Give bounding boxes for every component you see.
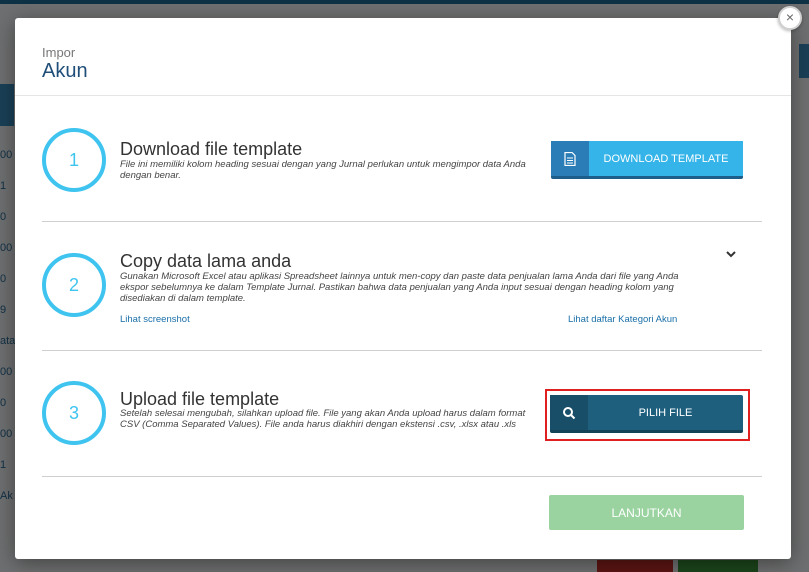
document-icon [551, 141, 589, 176]
choose-file-label: PILIH FILE [638, 406, 693, 419]
download-template-button[interactable]: DOWNLOAD TEMPLATE [551, 141, 743, 179]
account-category-link[interactable]: Lihat daftar Kategori Akun [568, 314, 677, 325]
modal-subtitle: Impor [42, 45, 76, 60]
step-description: File ini memiliki kolom heading sesuai d… [120, 159, 526, 181]
step-divider [42, 476, 762, 477]
import-modal: Impor Akun 1 Download file template File… [15, 18, 791, 559]
choose-file-button[interactable]: PILIH FILE [550, 395, 743, 433]
step-number-circle: 2 [42, 253, 106, 317]
modal-title: Akun [42, 60, 88, 82]
step-copy: 2 Copy data lama anda Gunakan Microsoft … [42, 250, 762, 350]
step-title: Upload file template [120, 389, 280, 409]
close-button[interactable]: × [778, 6, 802, 30]
continue-button[interactable]: LANJUTKAN [549, 495, 744, 530]
step-divider [42, 221, 762, 222]
step-number-circle: 3 [42, 381, 106, 445]
step-title: Download file template [120, 139, 303, 159]
step-download: 1 Download file template File ini memili… [42, 126, 762, 206]
chevron-down-icon[interactable] [724, 247, 738, 261]
step-description: Setelah selesai mengubah, silahkan uploa… [120, 408, 526, 430]
download-template-label: DOWNLOAD TEMPLATE [589, 141, 743, 176]
screenshot-link[interactable]: Lihat screenshot [120, 314, 190, 325]
step-title: Copy data lama anda [120, 251, 292, 271]
search-icon [550, 395, 588, 430]
step-description: Gunakan Microsoft Excel atau aplikasi Sp… [120, 271, 679, 304]
modal-header: Impor Akun [15, 18, 791, 96]
step-number-circle: 1 [42, 128, 106, 192]
step-divider [42, 350, 762, 351]
